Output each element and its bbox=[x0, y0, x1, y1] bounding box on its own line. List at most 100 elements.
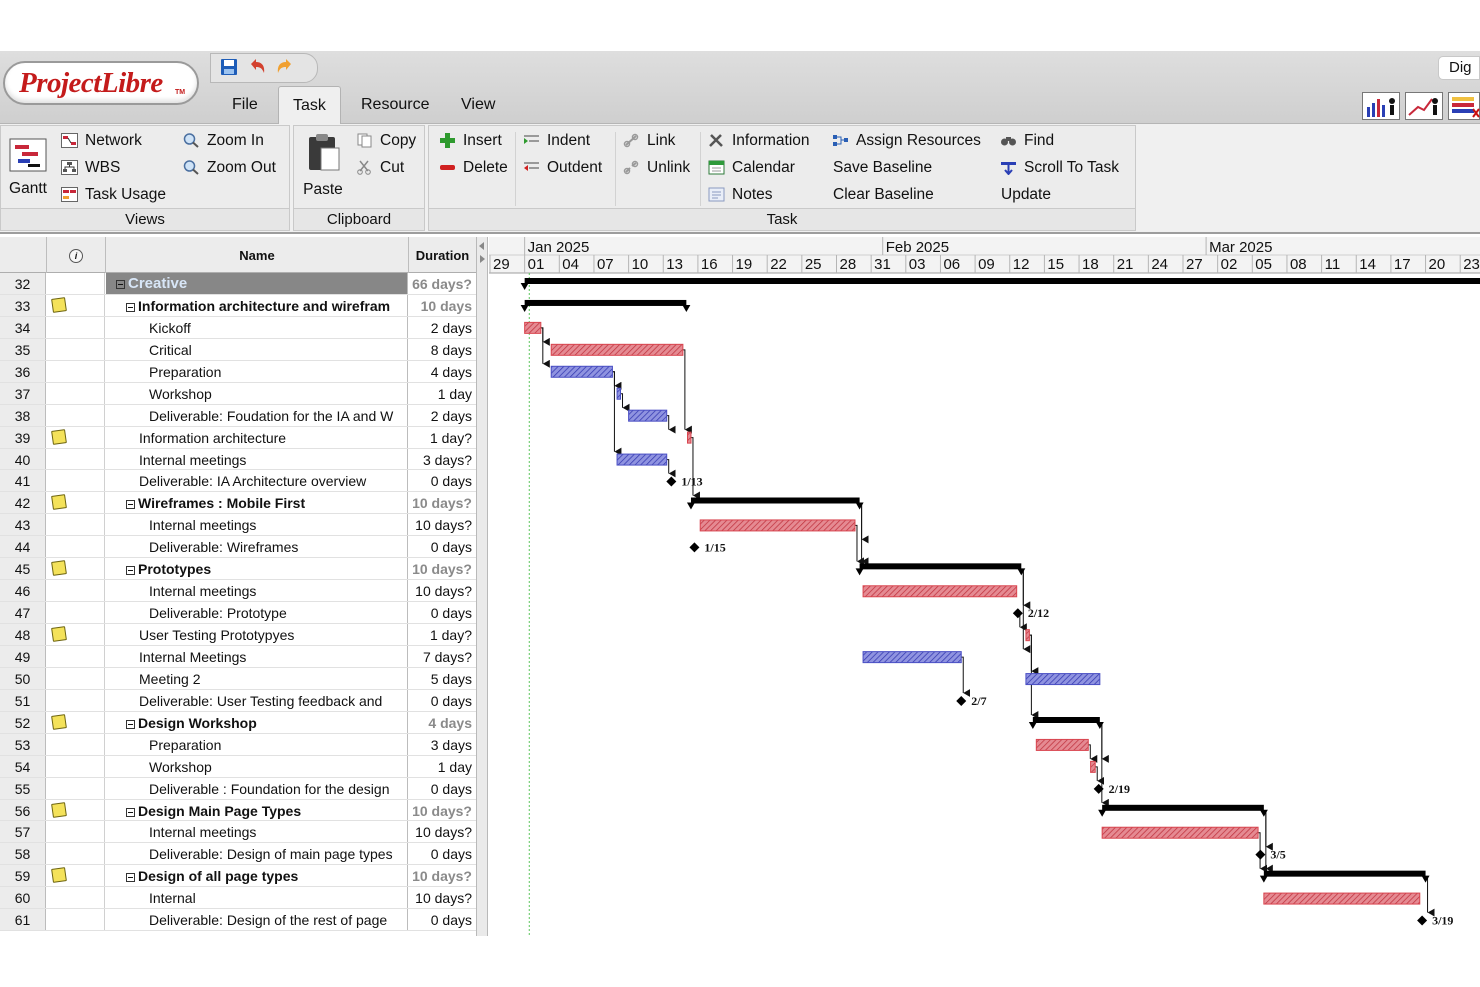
note-icon[interactable] bbox=[51, 626, 67, 642]
task-name-cell[interactable]: Deliverable : Foundation for the design bbox=[106, 777, 408, 799]
table-row[interactable]: 57 Internal meetings 10 days? bbox=[0, 821, 476, 844]
clear-baseline-button[interactable]: Clear Baseline bbox=[807, 183, 934, 207]
duration-cell[interactable]: 1 day? bbox=[409, 624, 476, 645]
duration-cell[interactable]: 0 days bbox=[409, 690, 476, 711]
unlink-button[interactable]: Unlink bbox=[621, 156, 690, 180]
duration-cell[interactable]: 8 days bbox=[409, 339, 476, 360]
duration-cell[interactable]: 10 days? bbox=[409, 492, 476, 513]
table-row[interactable]: 35 Critical 8 days bbox=[0, 338, 476, 361]
summary-bar[interactable] bbox=[690, 497, 860, 504]
row-number[interactable]: 42 bbox=[0, 492, 46, 514]
note-icon[interactable] bbox=[51, 297, 67, 313]
row-number[interactable]: 54 bbox=[0, 755, 46, 777]
table-row[interactable]: 39 Information architecture 1 day? bbox=[0, 426, 476, 449]
zoom-out-button[interactable]: Zoom Out bbox=[181, 156, 276, 180]
row-number[interactable]: 35 bbox=[0, 338, 46, 360]
milestone-diamond[interactable] bbox=[1012, 608, 1023, 619]
task-name-cell[interactable]: Deliverable: Foudation for the IA and W bbox=[106, 404, 408, 426]
task-name-cell[interactable]: Meeting 2 bbox=[106, 667, 408, 689]
table-row[interactable]: 41 Deliverable: IA Architecture overview 0… bbox=[0, 470, 476, 493]
duration-cell[interactable]: 3 days bbox=[409, 734, 476, 755]
task-bar[interactable] bbox=[550, 365, 613, 378]
row-number[interactable]: 32 bbox=[0, 273, 46, 294]
row-number[interactable]: 39 bbox=[0, 426, 46, 448]
duration-cell[interactable]: 4 days bbox=[409, 361, 476, 382]
row-number[interactable]: 58 bbox=[0, 843, 46, 865]
task-name-cell[interactable]: Internal meetings bbox=[106, 580, 408, 602]
duration-cell[interactable]: 0 days bbox=[409, 602, 476, 623]
row-number[interactable]: 51 bbox=[0, 689, 46, 711]
update-button[interactable]: Update bbox=[975, 183, 1051, 207]
duration-cell[interactable]: 10 days? bbox=[409, 865, 476, 886]
task-name-cell[interactable]: Deliverable: Wireframes bbox=[106, 536, 408, 558]
duration-cell[interactable]: 10 days? bbox=[409, 887, 476, 908]
task-name-cell[interactable]: Kickoff bbox=[106, 316, 408, 338]
table-row[interactable]: 38 Deliverable: Foudation for the IA and … bbox=[0, 404, 476, 427]
save-icon[interactable] bbox=[219, 58, 239, 78]
task-name-cell[interactable]: Deliverable: IA Architecture overview bbox=[106, 470, 408, 492]
tab-resource[interactable]: Resource bbox=[347, 86, 443, 124]
table-row[interactable]: 50 Meeting 2 5 days bbox=[0, 667, 476, 690]
duration-cell[interactable]: 3 days? bbox=[409, 449, 476, 470]
critical-task-bar[interactable] bbox=[1025, 629, 1030, 642]
summary-bar[interactable] bbox=[859, 563, 1022, 570]
collapse-toggle-icon[interactable] bbox=[126, 566, 135, 576]
row-number[interactable]: 38 bbox=[0, 404, 46, 426]
task-name-cell[interactable]: Preparation bbox=[106, 733, 408, 755]
network-button[interactable]: Network bbox=[59, 129, 142, 153]
critical-task-bar[interactable] bbox=[1035, 738, 1089, 751]
task-name-cell[interactable]: Deliverable: User Testing feedback and bbox=[106, 689, 408, 711]
note-icon[interactable] bbox=[51, 867, 67, 884]
duration-column-header[interactable]: Duration bbox=[409, 237, 476, 273]
row-number[interactable]: 40 bbox=[0, 448, 46, 470]
note-icon[interactable] bbox=[51, 801, 67, 818]
row-number[interactable]: 55 bbox=[0, 777, 46, 799]
duration-cell[interactable]: 10 days? bbox=[409, 800, 476, 821]
duration-cell[interactable]: 1 day bbox=[409, 383, 476, 404]
task-name-cell[interactable]: Information architecture and wirefram bbox=[106, 294, 408, 316]
row-number[interactable]: 43 bbox=[0, 514, 46, 536]
row-number[interactable]: 56 bbox=[0, 799, 46, 821]
row-number[interactable]: 37 bbox=[0, 382, 46, 404]
milestone-diamond[interactable] bbox=[1255, 849, 1266, 860]
row-number[interactable]: 36 bbox=[0, 360, 46, 382]
scroll-to-task-button[interactable]: Scroll To Task bbox=[998, 156, 1119, 180]
duration-cell[interactable]: 7 days? bbox=[409, 646, 476, 667]
summary-bar[interactable] bbox=[1263, 870, 1426, 877]
critical-task-bar[interactable] bbox=[862, 585, 1018, 598]
task-name-cell[interactable]: Internal bbox=[106, 887, 408, 909]
critical-task-bar[interactable] bbox=[687, 431, 692, 444]
gantt-canvas[interactable]: Jan 2025 Feb 2025 Mar 2025 29 01 04 07 10 13 16 19… bbox=[489, 237, 1480, 936]
duration-cell[interactable]: 1 day bbox=[409, 756, 476, 777]
table-row[interactable]: 59 Design of all page types 10 days? bbox=[0, 865, 476, 888]
table-row[interactable]: 58 Deliverable: Design of main page types… bbox=[0, 843, 476, 866]
critical-task-bar[interactable] bbox=[1090, 760, 1096, 773]
row-number-header[interactable] bbox=[0, 237, 47, 273]
assign-resources-button[interactable]: Assign Resources bbox=[830, 129, 981, 153]
duration-cell[interactable]: 5 days bbox=[409, 668, 476, 689]
duration-cell[interactable]: 0 days bbox=[409, 909, 476, 930]
table-row[interactable]: 60 Internal 10 days? bbox=[0, 887, 476, 910]
duration-cell[interactable]: 0 days bbox=[409, 778, 476, 799]
row-number[interactable]: 50 bbox=[0, 667, 46, 689]
note-icon[interactable] bbox=[51, 494, 67, 511]
collapse-toggle-icon[interactable] bbox=[126, 302, 135, 312]
tab-view[interactable]: View bbox=[447, 86, 509, 124]
duration-cell[interactable]: 10 days? bbox=[409, 580, 476, 601]
task-name-cell[interactable]: Workshop bbox=[106, 382, 408, 404]
resource-usage-view-icon[interactable] bbox=[1448, 92, 1480, 120]
collapse-toggle-icon[interactable] bbox=[116, 280, 125, 289]
task-name-cell[interactable]: Information architecture bbox=[106, 426, 408, 448]
task-name-cell[interactable]: Workshop bbox=[106, 755, 408, 777]
duration-cell[interactable]: 2 days bbox=[409, 317, 476, 338]
note-icon[interactable] bbox=[51, 713, 67, 730]
undo-icon[interactable] bbox=[247, 58, 267, 78]
row-number[interactable]: 45 bbox=[0, 558, 46, 580]
task-bar[interactable] bbox=[862, 651, 962, 664]
critical-task-bar[interactable] bbox=[699, 519, 856, 532]
task-bar[interactable] bbox=[616, 453, 668, 466]
row-number[interactable]: 52 bbox=[0, 711, 46, 733]
summary-bar[interactable] bbox=[1032, 717, 1100, 723]
histogram-view-icon[interactable] bbox=[1362, 92, 1400, 120]
duration-cell[interactable]: 0 days bbox=[409, 470, 476, 491]
